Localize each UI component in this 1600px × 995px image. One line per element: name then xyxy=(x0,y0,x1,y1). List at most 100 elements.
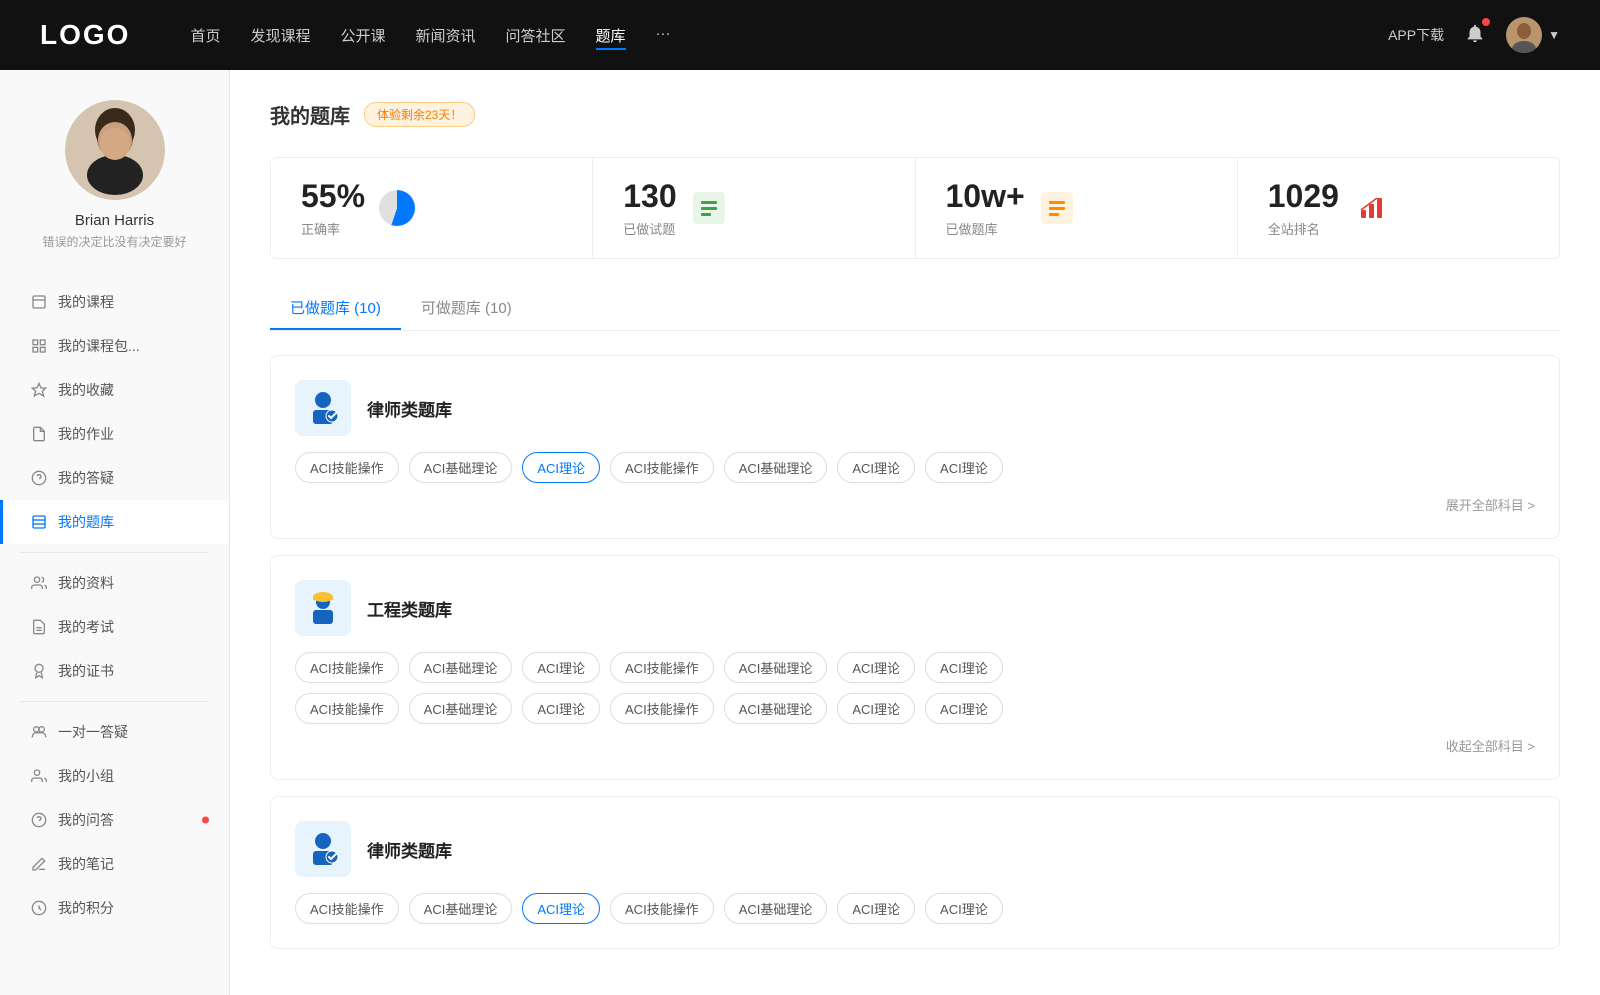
tag-6[interactable]: ACI理论 xyxy=(925,452,1003,483)
law2-tag-2-active[interactable]: ACI理论 xyxy=(522,893,600,924)
eng-tag2-2[interactable]: ACI理论 xyxy=(522,693,600,724)
sidebar-item-questionbank[interactable]: 我的题库 xyxy=(0,500,229,544)
tag-3[interactable]: ACI技能操作 xyxy=(610,452,714,483)
sidebar-item-course[interactable]: 我的课程 xyxy=(0,280,229,324)
sidebar-item-favorite[interactable]: 我的收藏 xyxy=(0,368,229,412)
sidebar-item-one-on-one-label: 一对一答疑 xyxy=(58,722,128,742)
note-icon xyxy=(30,855,48,873)
bank-item-engineer-title: 工程类题库 xyxy=(367,596,452,621)
sidebar-item-package-label: 我的课程包... xyxy=(58,336,140,356)
eng-tag-2[interactable]: ACI理论 xyxy=(522,652,600,683)
tab-available-banks[interactable]: 可做题库 (10) xyxy=(401,287,532,330)
tag-5[interactable]: ACI理论 xyxy=(837,452,915,483)
tag-1[interactable]: ACI基础理论 xyxy=(409,452,513,483)
sidebar-item-points[interactable]: 我的积分 xyxy=(0,886,229,930)
stat-done-banks-text: 10w+ 已做题库 xyxy=(946,178,1025,238)
eng-tag-0[interactable]: ACI技能操作 xyxy=(295,652,399,683)
notification-bell[interactable] xyxy=(1464,22,1486,49)
sidebar-item-group[interactable]: 我的小组 xyxy=(0,754,229,798)
tab-done-banks[interactable]: 已做题库 (10) xyxy=(270,287,401,330)
accuracy-chart-icon xyxy=(379,190,415,226)
sidebar-item-material[interactable]: 我的资料 xyxy=(0,561,229,605)
bank-item-lawyer-2: 律师类题库 ACI技能操作 ACI基础理论 ACI理论 ACI技能操作 ACI基… xyxy=(270,796,1560,949)
collapse-button-2[interactable]: 收起全部科目 > xyxy=(1446,736,1535,755)
nav: 首页 发现课程 公开课 新闻资讯 问答社区 题库 ··· xyxy=(190,21,1388,50)
sidebar-item-one-on-one[interactable]: 一对一答疑 xyxy=(0,710,229,754)
eng-tag2-1[interactable]: ACI基础理论 xyxy=(409,693,513,724)
law2-tag-0[interactable]: ACI技能操作 xyxy=(295,893,399,924)
sidebar-item-question[interactable]: 我的问答 xyxy=(0,798,229,842)
bank-item-engineer-tags-row1: ACI技能操作 ACI基础理论 ACI理论 ACI技能操作 ACI基础理论 AC… xyxy=(295,652,1535,683)
user-avatar-menu[interactable]: ▼ xyxy=(1506,17,1560,53)
sidebar: Brian Harris 错误的决定比没有决定要好 我的课程 我的课程包... xyxy=(0,70,230,995)
sidebar-item-homework[interactable]: 我的作业 xyxy=(0,412,229,456)
points-icon xyxy=(30,899,48,917)
eng-tag-3[interactable]: ACI技能操作 xyxy=(610,652,714,683)
eng-tag2-0[interactable]: ACI技能操作 xyxy=(295,693,399,724)
eng-tag-1[interactable]: ACI基础理论 xyxy=(409,652,513,683)
sidebar-item-exam-label: 我的考试 xyxy=(58,617,114,637)
lawyer-icon-1 xyxy=(295,380,351,436)
sidebar-item-package[interactable]: 我的课程包... xyxy=(0,324,229,368)
law2-tag-6[interactable]: ACI理论 xyxy=(925,893,1003,924)
stat-rank-label: 全站排名 xyxy=(1268,219,1339,238)
tag-0[interactable]: ACI技能操作 xyxy=(295,452,399,483)
bank-item-lawyer-2-title: 律师类题库 xyxy=(367,837,452,862)
tag-4[interactable]: ACI基础理论 xyxy=(724,452,828,483)
logo[interactable]: LOGO xyxy=(40,19,130,51)
trial-badge[interactable]: 体验剩余23天！ xyxy=(364,102,475,127)
eng-tag2-4[interactable]: ACI基础理论 xyxy=(724,693,828,724)
sidebar-divider-2 xyxy=(20,701,209,702)
course-icon xyxy=(30,293,48,311)
main-content: 我的题库 体验剩余23天！ 55% 正确率 130 已做试题 xyxy=(230,70,1600,995)
eng-tag-5[interactable]: ACI理论 xyxy=(837,652,915,683)
stat-done-questions-label: 已做试题 xyxy=(623,219,676,238)
sidebar-item-favorite-label: 我的收藏 xyxy=(58,380,114,400)
bank-icon xyxy=(30,513,48,531)
stat-done-questions: 130 已做试题 xyxy=(593,158,915,258)
stat-done-banks-value: 10w+ xyxy=(946,178,1025,215)
nav-qa[interactable]: 问答社区 xyxy=(506,21,566,50)
expand-button-1[interactable]: 展开全部科目 > xyxy=(1446,495,1535,514)
nav-home[interactable]: 首页 xyxy=(190,21,220,50)
sidebar-item-note[interactable]: 我的笔记 xyxy=(0,842,229,886)
green-list-icon xyxy=(693,192,725,224)
profile-avatar-image xyxy=(65,100,165,200)
star-icon xyxy=(30,381,48,399)
tag-2-active[interactable]: ACI理论 xyxy=(522,452,600,483)
nav-open-course[interactable]: 公开课 xyxy=(340,21,385,50)
lawyer-figure-icon xyxy=(303,388,343,428)
nav-news[interactable]: 新闻资讯 xyxy=(416,21,476,50)
nav-more[interactable]: ··· xyxy=(656,21,671,50)
law2-tag-5[interactable]: ACI理论 xyxy=(837,893,915,924)
sidebar-menu: 我的课程 我的课程包... 我的收藏 我的作业 xyxy=(0,280,229,930)
law2-tag-4[interactable]: ACI基础理论 xyxy=(724,893,828,924)
sidebar-item-qa[interactable]: 我的答疑 xyxy=(0,456,229,500)
stat-accuracy-value: 55% xyxy=(301,178,365,215)
sidebar-item-cert[interactable]: 我的证书 xyxy=(0,649,229,693)
eng-tag-4[interactable]: ACI基础理论 xyxy=(724,652,828,683)
eng-tag2-3[interactable]: ACI技能操作 xyxy=(610,693,714,724)
nav-discover[interactable]: 发现课程 xyxy=(250,21,310,50)
package-icon xyxy=(30,337,48,355)
stat-accuracy: 55% 正确率 xyxy=(271,158,593,258)
eng-tag2-5[interactable]: ACI理论 xyxy=(837,693,915,724)
bank-item-lawyer-2-tags: ACI技能操作 ACI基础理论 ACI理论 ACI技能操作 ACI基础理论 AC… xyxy=(295,893,1535,924)
header: LOGO 首页 发现课程 公开课 新闻资讯 问答社区 题库 ··· APP下载 … xyxy=(0,0,1600,70)
notification-badge xyxy=(1482,18,1490,26)
eng-tag-6[interactable]: ACI理论 xyxy=(925,652,1003,683)
sidebar-item-note-label: 我的笔记 xyxy=(58,854,114,874)
app-download-button[interactable]: APP下载 xyxy=(1388,25,1444,45)
question-icon xyxy=(30,811,48,829)
nav-questionbank[interactable]: 题库 xyxy=(596,21,626,50)
eng-tag2-6[interactable]: ACI理论 xyxy=(925,693,1003,724)
bar-red-icon xyxy=(1353,190,1389,226)
sidebar-item-exam[interactable]: 我的考试 xyxy=(0,605,229,649)
sidebar-item-course-label: 我的课程 xyxy=(58,292,114,312)
law2-tag-1[interactable]: ACI基础理论 xyxy=(409,893,513,924)
stat-rank: 1029 全站排名 xyxy=(1238,158,1559,258)
one-on-one-icon xyxy=(30,723,48,741)
lawyer-icon-2 xyxy=(295,821,351,877)
page-title: 我的题库 xyxy=(270,100,350,129)
law2-tag-3[interactable]: ACI技能操作 xyxy=(610,893,714,924)
